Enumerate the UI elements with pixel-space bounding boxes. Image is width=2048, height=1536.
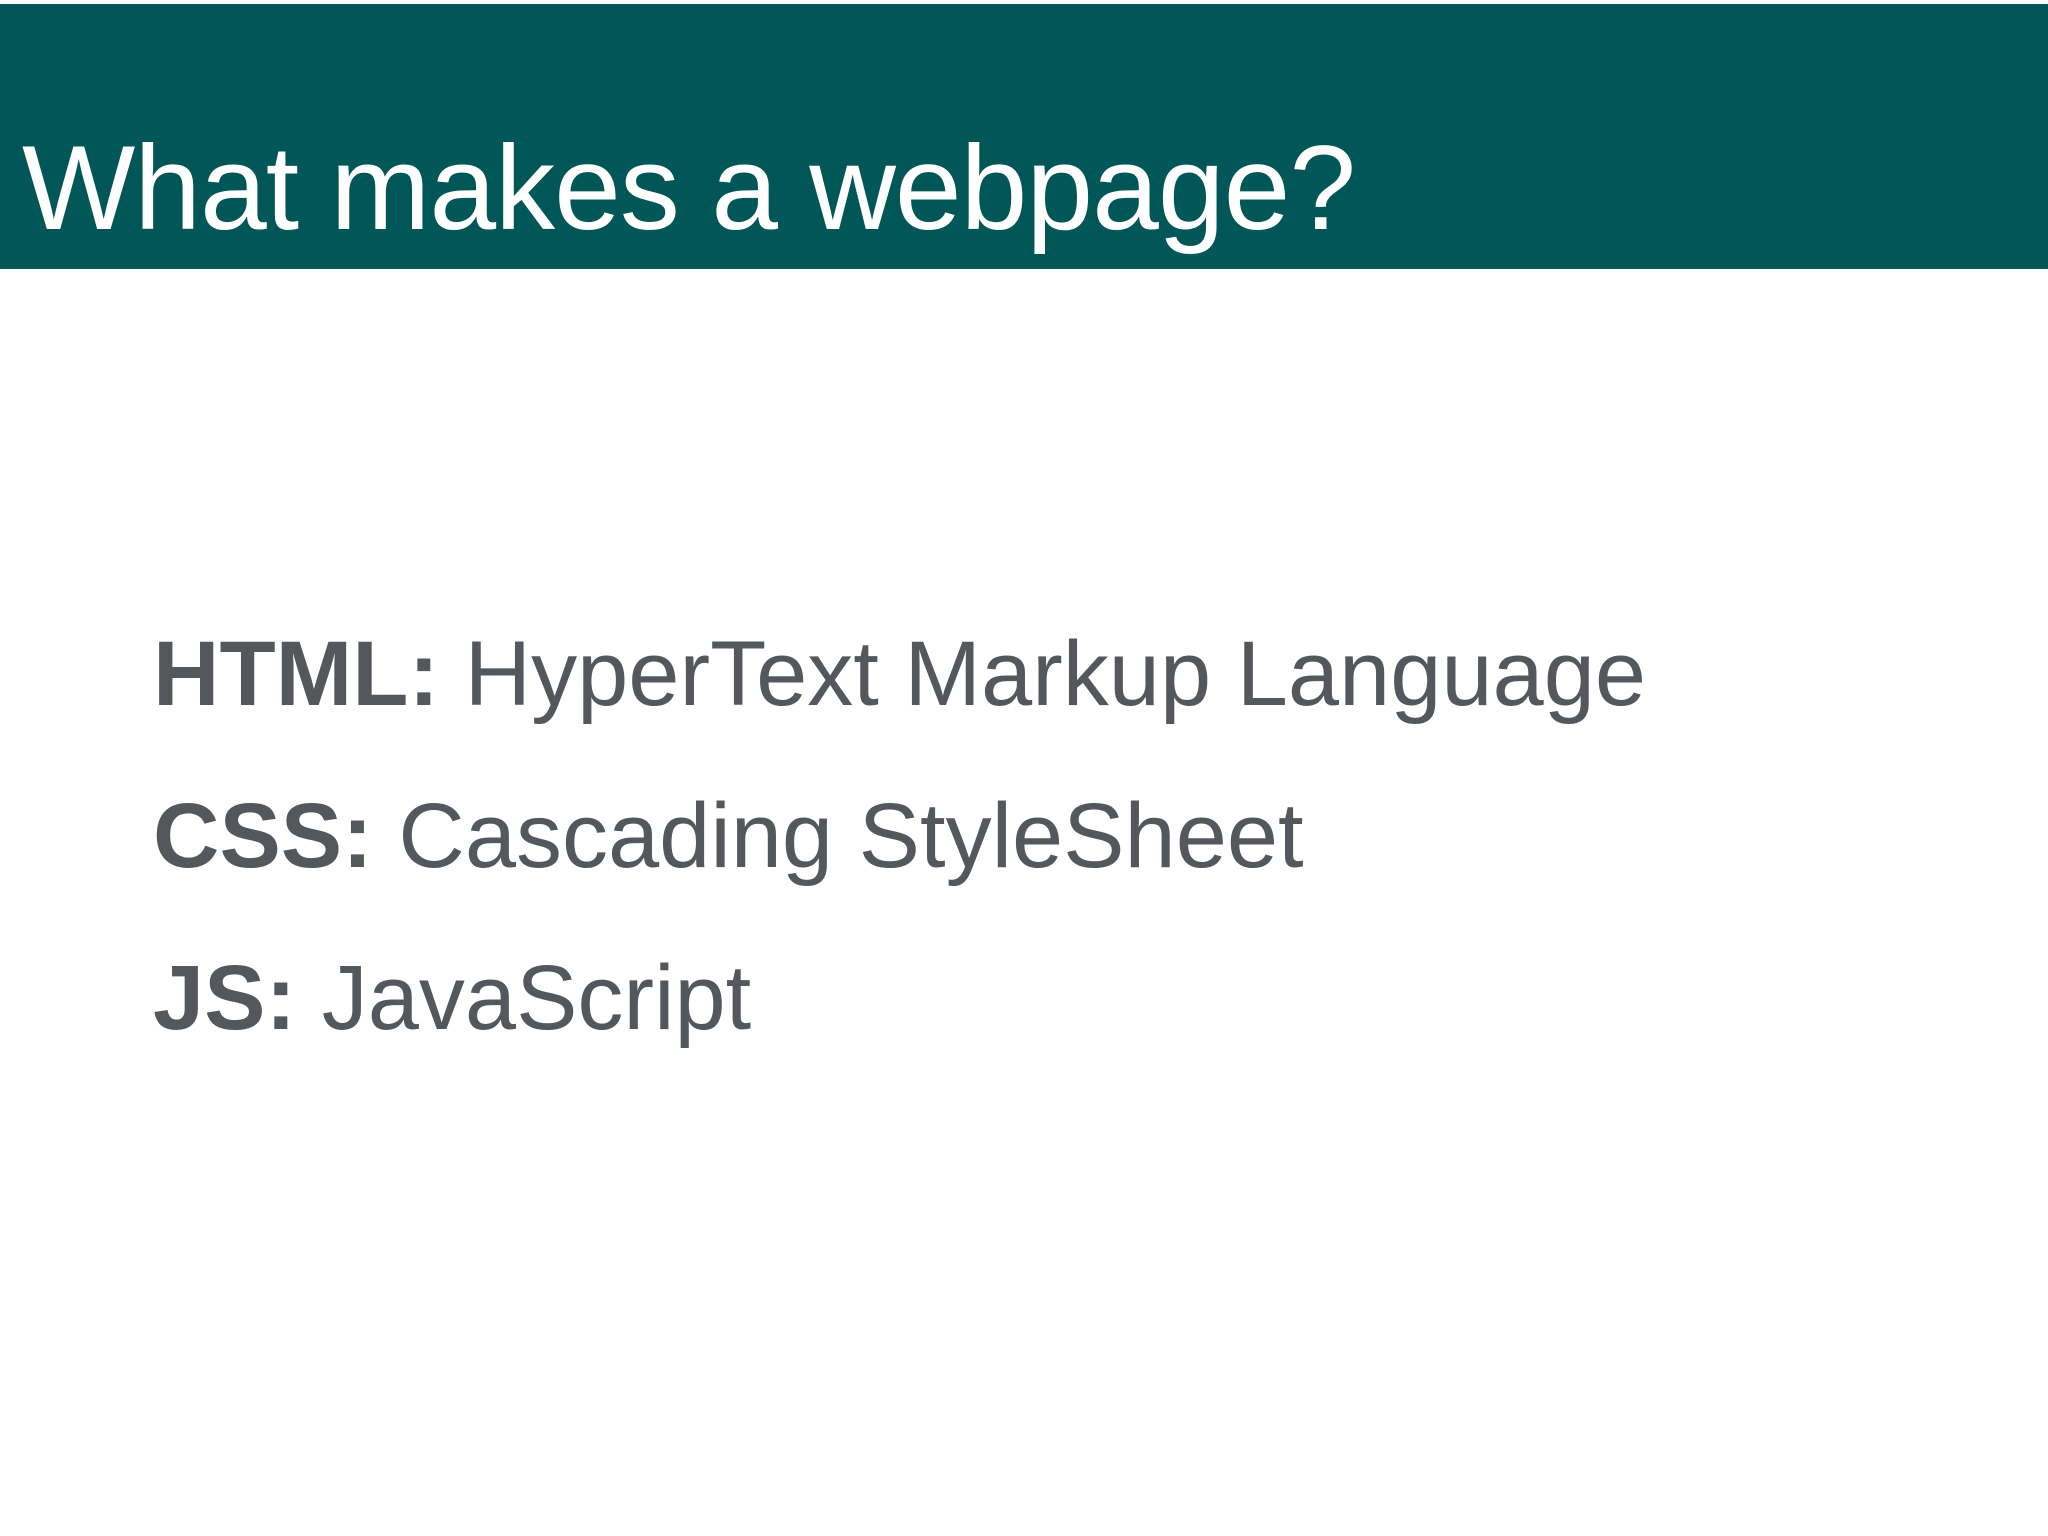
- term-html: HTML: HyperText Markup Language: [153, 628, 1646, 720]
- term-key: CSS:: [153, 785, 373, 887]
- slide-title: What makes a webpage?: [22, 121, 1356, 255]
- slide: What makes a webpage? HTML: HyperText Ma…: [0, 0, 2048, 1536]
- term-value: Cascading StyleSheet: [398, 785, 1304, 887]
- term-key: HTML:: [153, 623, 440, 725]
- term-value: HyperText Markup Language: [464, 623, 1647, 725]
- term-js: JS: JavaScript: [153, 952, 1646, 1044]
- term-key: JS:: [153, 947, 297, 1049]
- term-list: HTML: HyperText Markup Language CSS: Cas…: [153, 628, 1646, 1114]
- term-css: CSS: Cascading StyleSheet: [153, 790, 1646, 882]
- term-value: JavaScript: [321, 947, 752, 1049]
